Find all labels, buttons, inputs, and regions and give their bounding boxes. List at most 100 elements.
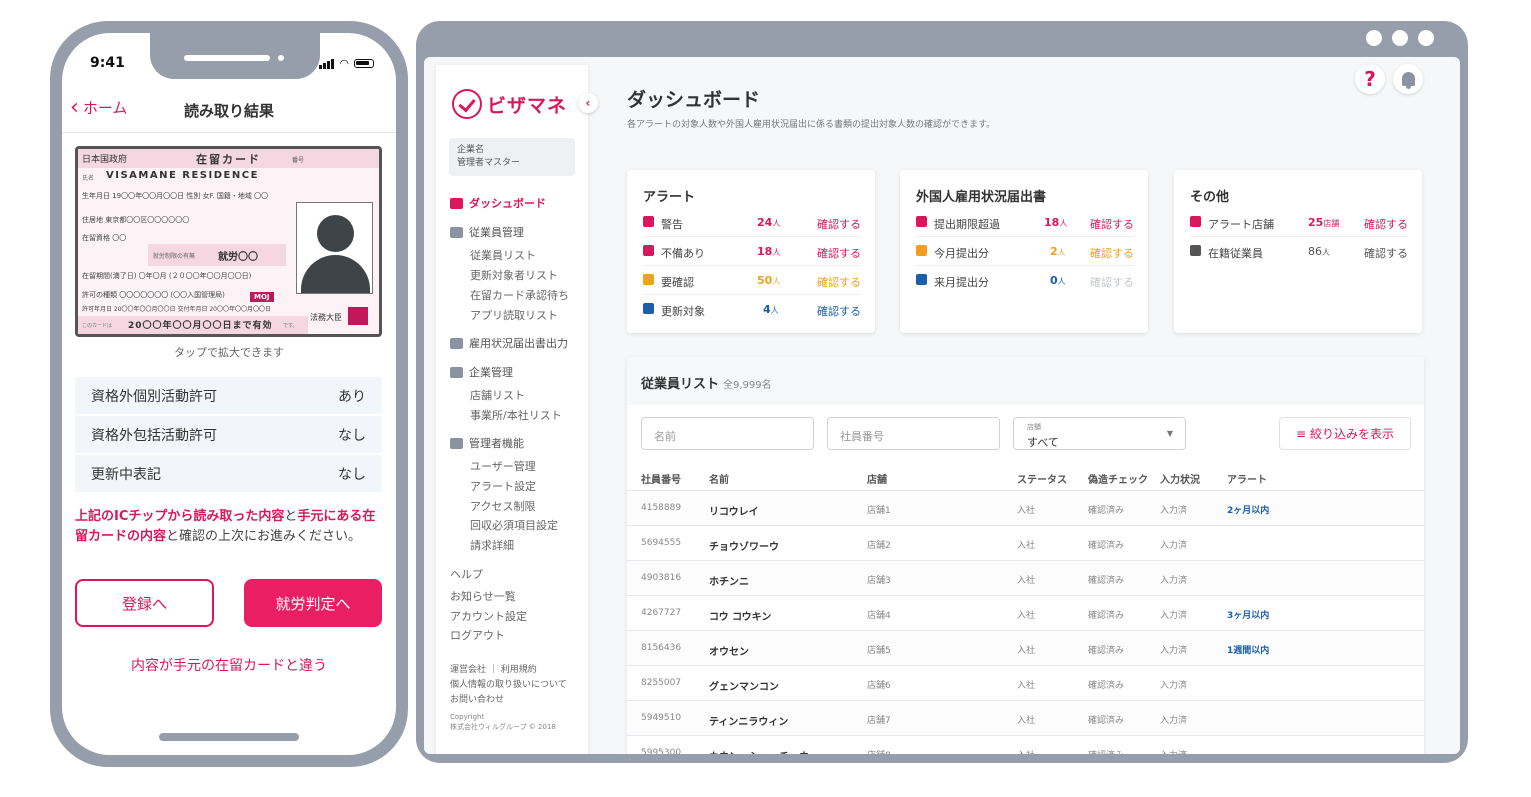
count-unit: 人	[1057, 248, 1066, 257]
sidebar-item-user-mgmt[interactable]: ユーザー管理	[470, 458, 536, 474]
confirm-link[interactable]: 確認する	[1090, 274, 1134, 290]
card-differs-link[interactable]: 内容が手元の在留カードと違う	[62, 655, 396, 675]
count-value: 25	[1308, 216, 1324, 229]
confirm-link[interactable]: 確認する	[1364, 245, 1408, 261]
work-judgement-button[interactable]: 就労判定へ	[244, 579, 382, 627]
table-row[interactable]: 4158889 リコウレイ 店舗1 入社 確認済み 入力済 2ヶ月以内	[627, 490, 1424, 525]
table-cell: 店舗5	[867, 646, 891, 656]
footer-link-terms[interactable]: 利用規約	[501, 665, 537, 675]
sidebar-item-required-fields[interactable]: 回収必須項目設定	[470, 517, 558, 533]
name-search-input[interactable]: 名前	[641, 417, 814, 450]
table-cell: 入力済	[1160, 681, 1188, 691]
table-row[interactable]: 4267727 コウ コウキン 店舗4 入社 確認済み 入力済 3ヶ月以内	[627, 595, 1424, 630]
table-row[interactable]: 5694555 チョウゾワーウ 店舗2 入社 確認済み 入力済	[627, 525, 1424, 560]
card-status-box: 就労制限の有無 就労〇〇	[148, 244, 286, 266]
confirm-link[interactable]: 確認する	[817, 216, 861, 232]
table-row[interactable]: 5949510 ティンニラウィン 店舗7 入社 確認済み 入力済	[627, 700, 1424, 735]
card-permit: 許可の種類 〇〇〇〇〇〇〇 (〇〇入国管理局)	[82, 291, 225, 299]
notification-button[interactable]	[1393, 64, 1423, 94]
column-header[interactable]: 店舗	[867, 471, 887, 486]
sidebar-item-office-list[interactable]: 事業所/本社リスト	[470, 407, 562, 423]
company-box: 企業名 管理者マスター	[449, 138, 575, 176]
sidebar-item-notices[interactable]: お知らせ一覧	[450, 588, 516, 604]
table-row[interactable]: 8255007 グェンマンコン 店舗6 入社 確認済み 入力済	[627, 665, 1424, 700]
copyright: Copyright 株式会社ウィルグループ © 2018	[450, 712, 556, 732]
column-header[interactable]: ステータス	[1017, 471, 1067, 486]
permission-value: あり	[338, 388, 366, 405]
card-status-label: 就労制限の有無	[153, 253, 196, 260]
register-button[interactable]: 登録へ	[75, 579, 214, 627]
row-count: 2人	[1050, 245, 1066, 258]
table-cell: 入力済	[1160, 576, 1188, 586]
table-cell: 8156436	[641, 643, 682, 653]
table-cell: 入力済	[1160, 646, 1188, 656]
bell-icon	[1401, 72, 1415, 89]
sidebar-item-admin[interactable]: 管理者機能	[450, 435, 524, 451]
sidebar-item-access-control[interactable]: アクセス制限	[470, 498, 535, 514]
sidebar-collapse-button[interactable]: ‹	[578, 93, 598, 113]
phone-nav-bar: ‹ ホーム 読み取り結果	[62, 89, 396, 133]
footer-link-contact[interactable]: お問い合わせ	[450, 692, 504, 705]
sidebar-item-account-settings[interactable]: アカウント設定	[450, 608, 527, 624]
table-cell: 5995300	[641, 748, 682, 754]
sidebar-item-alert-settings[interactable]: アラート設定	[470, 478, 536, 494]
table-row[interactable]: 5995300 カウン・シャ・チュウ 店舗8 入社 確認済み 入力済	[627, 735, 1424, 754]
sidebar-item-company-mgmt[interactable]: 企業管理	[450, 364, 513, 380]
help-button[interactable]: ?	[1355, 64, 1385, 94]
avatar-body	[301, 255, 370, 293]
card-period: 在留期間(満了日) 〇年〇月 (２０〇〇年〇〇月〇〇日)	[82, 272, 252, 280]
store-select[interactable]: 店舗 すべて ▼	[1013, 417, 1186, 450]
gear-icon	[450, 437, 463, 449]
sidebar-item-store-list[interactable]: 店舗リスト	[470, 387, 525, 403]
sidebar-item-dashboard[interactable]: ダッシュボード	[450, 195, 546, 211]
employee-number-input[interactable]: 社員番号	[827, 417, 1000, 450]
list-item: 更新中表記 なし	[75, 455, 382, 492]
column-header[interactable]: アラート	[1227, 471, 1267, 486]
permission-label: 更新中表記	[91, 466, 161, 483]
table-row[interactable]: 8156436 オウセン 店舗5 入社 確認済み 入力済 1週間以内	[627, 630, 1424, 665]
confirm-link[interactable]: 確認する	[1364, 216, 1408, 232]
column-header[interactable]: 偽造チェック	[1088, 471, 1148, 486]
sidebar-item-billing[interactable]: 請求詳細	[470, 537, 514, 553]
sidebar-item-employee-list[interactable]: 従業員リスト	[470, 247, 536, 263]
footer-link-company[interactable]: 運営会社	[450, 665, 486, 675]
table-row[interactable]: 4903816 ホチンニ 店舗3 入社 確認済み 入力済	[627, 560, 1424, 595]
sidebar-item-app-read-list[interactable]: アプリ読取リスト	[470, 307, 558, 323]
sidebar-item-card-approval[interactable]: 在留カード承認待ち	[470, 287, 569, 303]
card-valid-band: このカードは 20〇〇年〇〇月〇〇日まで有効 です。	[78, 316, 308, 334]
column-header[interactable]: 社員番号	[641, 471, 681, 486]
document-icon	[450, 337, 463, 349]
browser-frame: ビザマネ ‹ 企業名 管理者マスター ダッシュボード 従業員管理 従業員リスト …	[416, 21, 1468, 763]
sidebar-item-label: ダッシュボード	[469, 197, 546, 210]
footer-link-privacy[interactable]: 個人情報の取り扱いについて	[450, 677, 567, 690]
confirm-link[interactable]: 確認する	[817, 245, 861, 261]
count-value: 86	[1308, 245, 1322, 258]
column-header[interactable]: 入力状況	[1160, 471, 1200, 486]
sidebar-item-renewal-list[interactable]: 更新対象者リスト	[470, 267, 558, 283]
count-unit: 人	[772, 219, 781, 228]
table-cell: 入社	[1017, 541, 1036, 551]
avatar-head	[317, 215, 354, 252]
people-icon	[1190, 245, 1201, 256]
row-count: 25店舗	[1308, 216, 1339, 229]
column-header[interactable]: 名前	[709, 471, 729, 486]
table-cell: 5694555	[641, 538, 682, 548]
home-indicator	[159, 733, 299, 741]
table-cell: 3ヶ月以内	[1227, 611, 1270, 621]
sidebar-item-logout[interactable]: ログアウト	[450, 627, 505, 643]
permission-label: 資格外包括活動許可	[91, 427, 217, 444]
sidebar-item-employment-report[interactable]: 雇用状況届出書出力	[450, 335, 568, 351]
confirm-link[interactable]: 確認する	[817, 274, 861, 290]
row-count: 18人	[757, 245, 780, 258]
show-filter-button[interactable]: ≡ 絞り込みを表示	[1279, 417, 1411, 450]
table-cell: 4903816	[641, 573, 682, 583]
sidebar-item-employee-mgmt[interactable]: 従業員管理	[450, 224, 524, 240]
confirm-link[interactable]: 確認する	[1090, 245, 1134, 261]
residence-card-image[interactable]: 日本国政府 在留カード 番号 氏名 VISAMANE RESIDENCE 生年月…	[75, 146, 382, 337]
moj-badge: MOJ	[250, 292, 274, 302]
table-cell: チョウゾワーウ	[709, 542, 779, 553]
confirm-link[interactable]: 確認する	[817, 303, 861, 319]
count-unit: 人	[1059, 219, 1068, 228]
logo[interactable]: ビザマネ	[452, 89, 567, 119]
confirm-link[interactable]: 確認する	[1090, 216, 1134, 232]
